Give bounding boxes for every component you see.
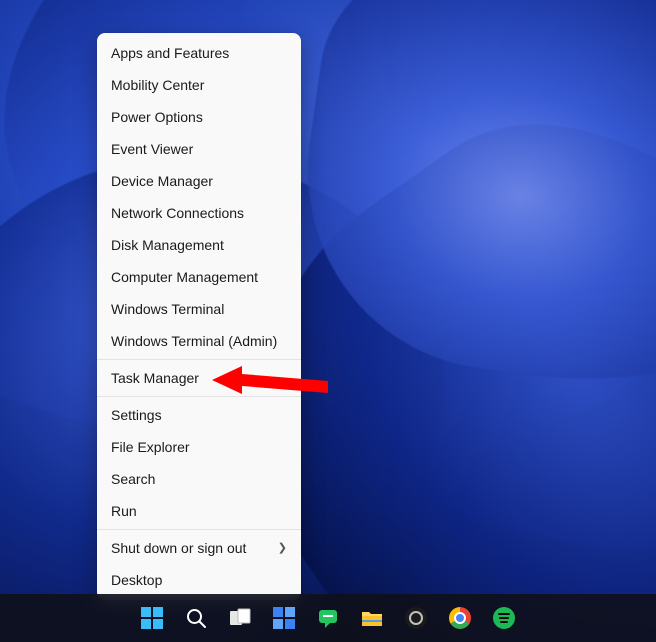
menu-item-windows-terminal-admin[interactable]: Windows Terminal (Admin) bbox=[97, 325, 301, 357]
menu-separator bbox=[97, 529, 301, 530]
menu-item-apps-and-features[interactable]: Apps and Features bbox=[97, 37, 301, 69]
chrome-button[interactable] bbox=[440, 598, 480, 638]
widgets-icon bbox=[273, 607, 295, 629]
search-button[interactable] bbox=[176, 598, 216, 638]
menu-item-event-viewer[interactable]: Event Viewer bbox=[97, 133, 301, 165]
start-icon bbox=[141, 607, 163, 629]
file-explorer-button[interactable] bbox=[352, 598, 392, 638]
obs-button[interactable] bbox=[396, 598, 436, 638]
start-button[interactable] bbox=[132, 598, 172, 638]
chat-button[interactable] bbox=[308, 598, 348, 638]
menu-item-computer-management[interactable]: Computer Management bbox=[97, 261, 301, 293]
menu-item-file-explorer[interactable]: File Explorer bbox=[97, 431, 301, 463]
menu-item-search[interactable]: Search bbox=[97, 463, 301, 495]
spotify-icon bbox=[493, 607, 515, 629]
menu-item-power-options[interactable]: Power Options bbox=[97, 101, 301, 133]
menu-item-shutdown-signout[interactable]: Shut down or sign out ❯ bbox=[97, 532, 301, 564]
winx-context-menu: Apps and Features Mobility Center Power … bbox=[97, 33, 301, 600]
chrome-icon bbox=[449, 607, 471, 629]
menu-item-network-connections[interactable]: Network Connections bbox=[97, 197, 301, 229]
menu-item-mobility-center[interactable]: Mobility Center bbox=[97, 69, 301, 101]
menu-item-settings[interactable]: Settings bbox=[97, 399, 301, 431]
menu-item-desktop[interactable]: Desktop bbox=[97, 564, 301, 596]
task-view-icon bbox=[229, 607, 251, 629]
menu-separator bbox=[97, 359, 301, 360]
taskbar bbox=[0, 594, 656, 642]
menu-item-run[interactable]: Run bbox=[97, 495, 301, 527]
search-icon bbox=[185, 607, 207, 629]
menu-item-disk-management[interactable]: Disk Management bbox=[97, 229, 301, 261]
chat-icon bbox=[317, 607, 339, 629]
menu-item-windows-terminal[interactable]: Windows Terminal bbox=[97, 293, 301, 325]
file-explorer-icon bbox=[361, 607, 383, 629]
spotify-button[interactable] bbox=[484, 598, 524, 638]
menu-item-device-manager[interactable]: Device Manager bbox=[97, 165, 301, 197]
menu-separator bbox=[97, 396, 301, 397]
widgets-button[interactable] bbox=[264, 598, 304, 638]
task-view-button[interactable] bbox=[220, 598, 260, 638]
chevron-right-icon: ❯ bbox=[278, 532, 287, 564]
obs-icon bbox=[405, 607, 427, 629]
menu-item-task-manager[interactable]: Task Manager bbox=[97, 362, 301, 394]
